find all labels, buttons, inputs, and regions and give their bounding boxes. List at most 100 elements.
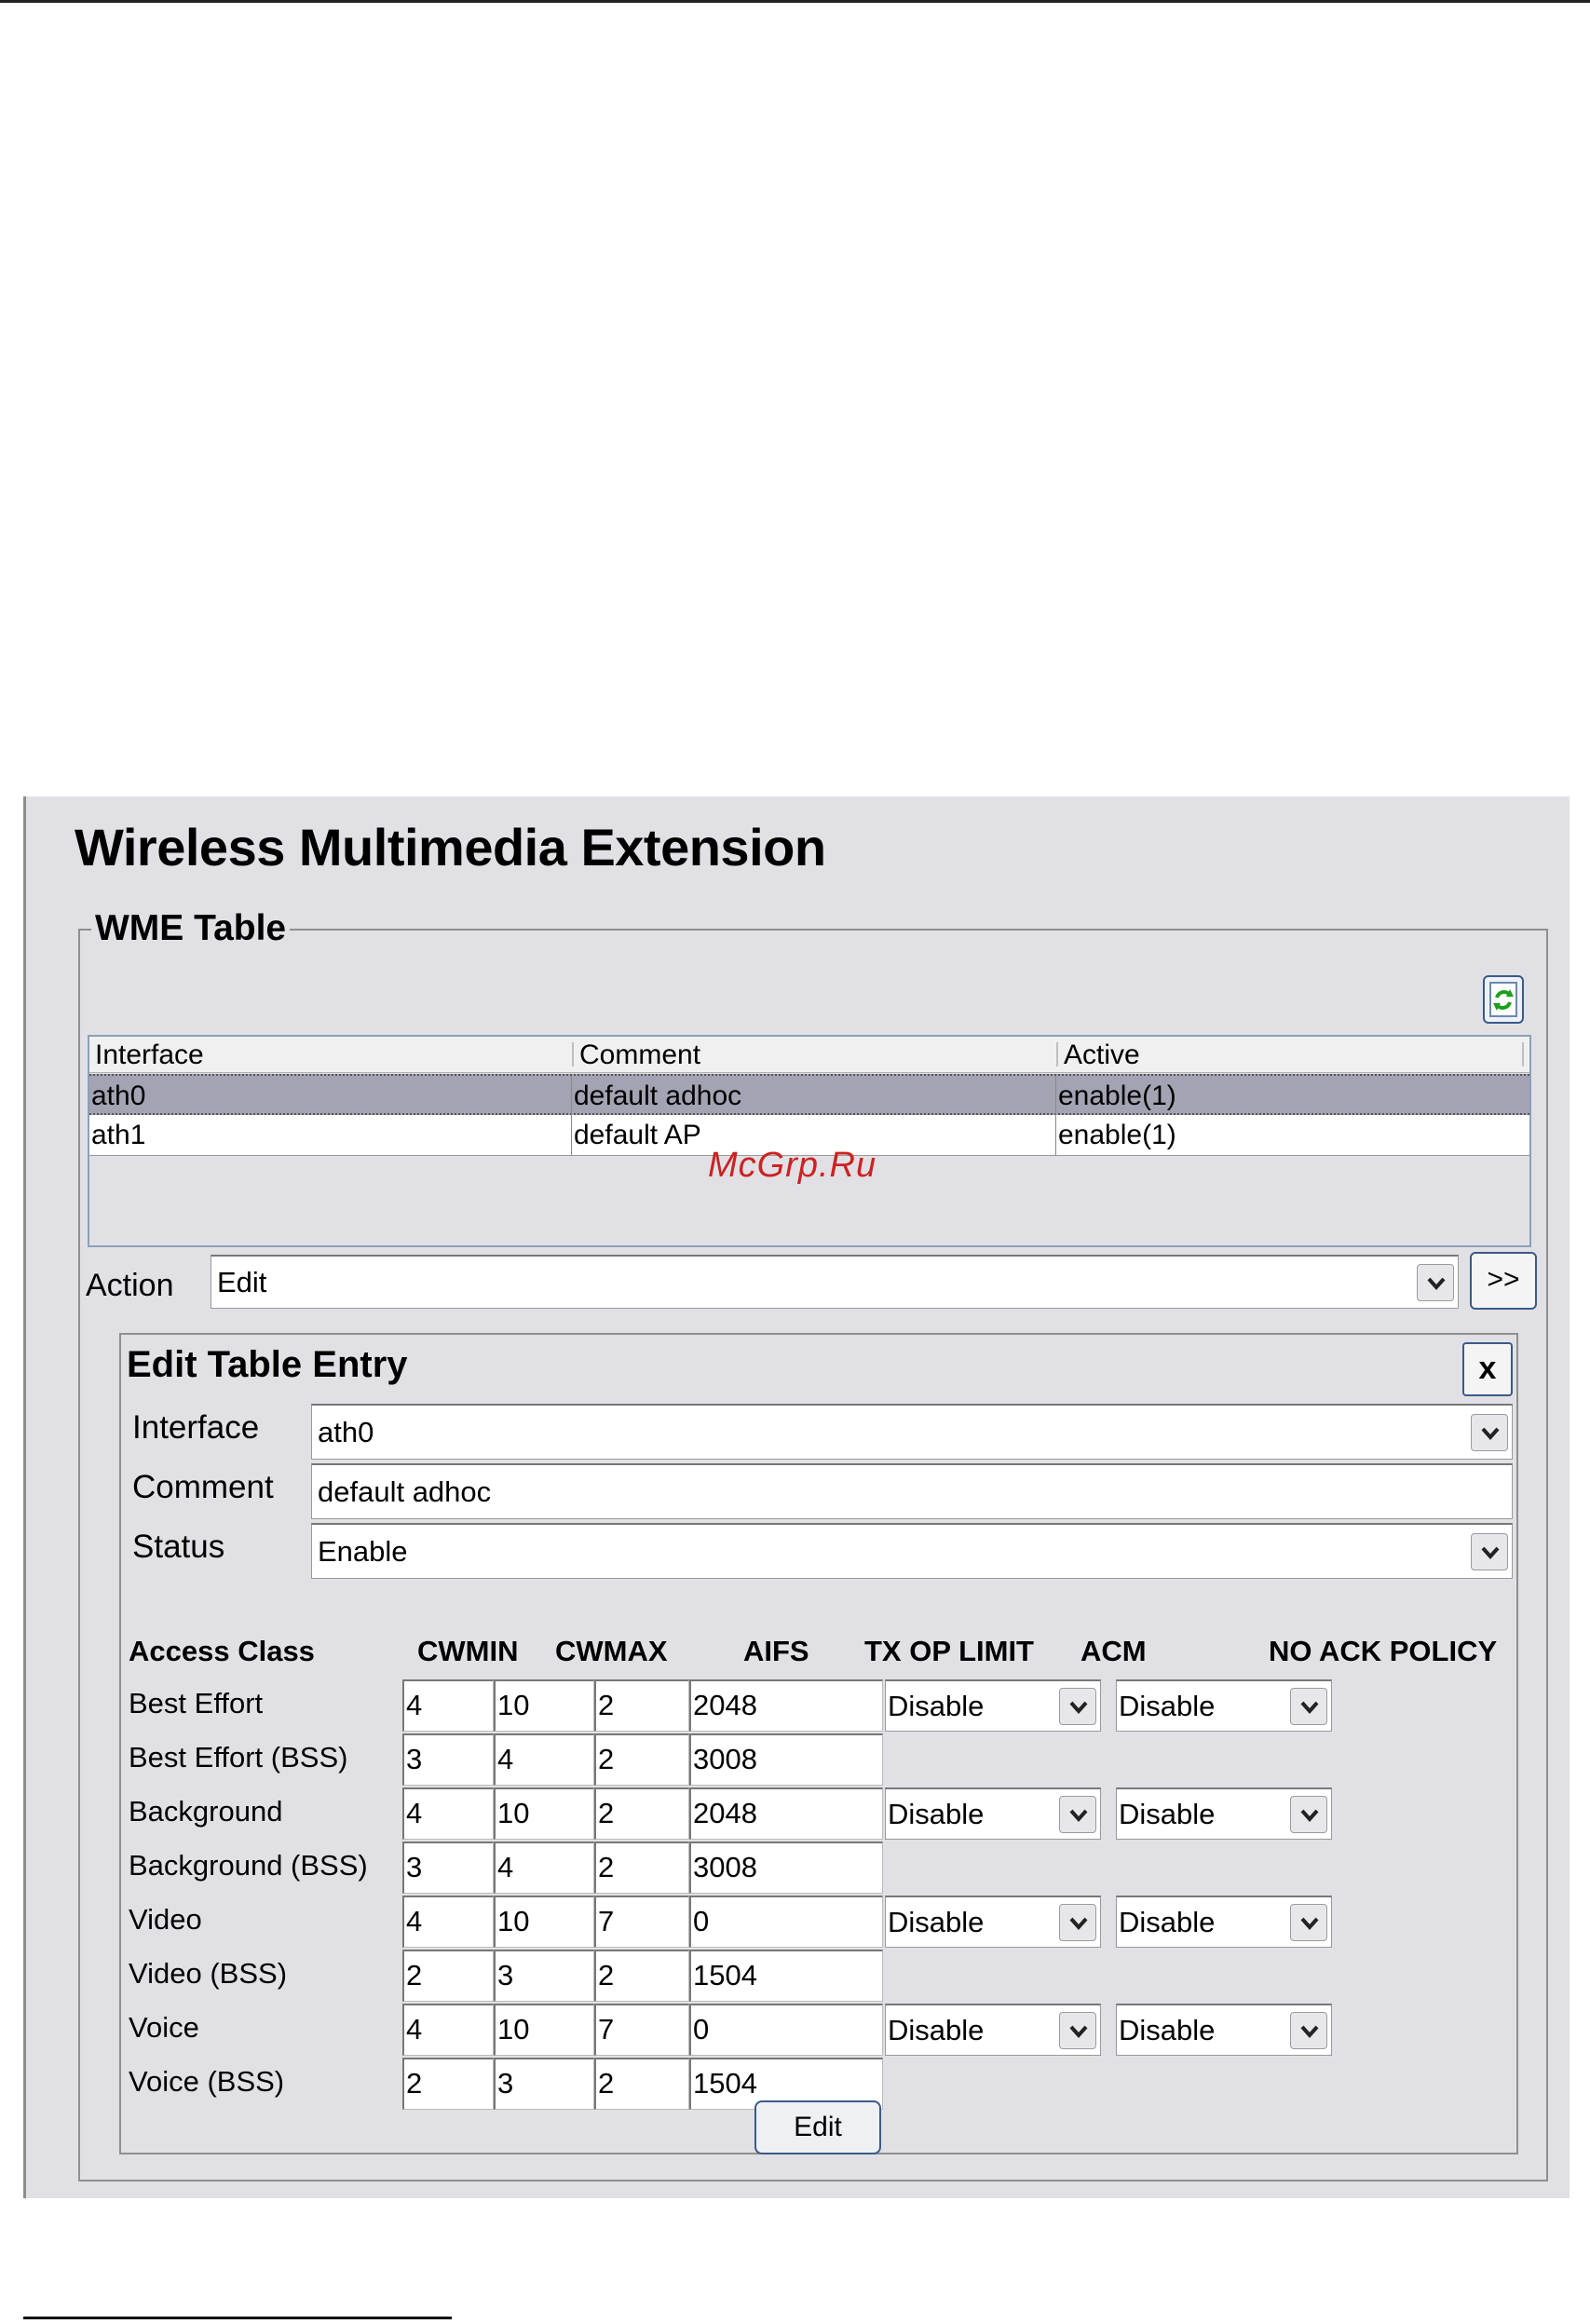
cwmin-input[interactable]: 4 <box>402 2004 494 2056</box>
cwmax-input[interactable]: 10 <box>494 1679 594 1732</box>
access-class-label: Background <box>129 1795 283 1828</box>
refresh-button[interactable] <box>1483 975 1524 1024</box>
chevron-down-icon[interactable] <box>1059 1687 1096 1725</box>
close-button[interactable]: x <box>1462 1342 1513 1396</box>
access-class-label: Background (BSS) <box>129 1849 368 1882</box>
acm-select[interactable]: Disable <box>885 1679 1101 1732</box>
action-go-button[interactable]: >> <box>1470 1252 1537 1310</box>
table-header: Interface Comment Active <box>89 1037 1529 1073</box>
aifs-input[interactable]: 2 <box>594 1733 689 1786</box>
page-title: Wireless Multimedia Extension <box>75 818 826 877</box>
cwmin-input[interactable]: 4 <box>402 1787 494 1840</box>
cell-comment: default adhoc <box>572 1076 1056 1117</box>
aifs-input[interactable]: 2 <box>594 2058 689 2110</box>
cwmin-input[interactable]: 4 <box>402 1896 494 1948</box>
aifs-input[interactable]: 2 <box>594 1842 689 1894</box>
cwmin-input[interactable]: 2 <box>402 2058 494 2110</box>
no-ack-policy-select[interactable]: Disable <box>1116 1896 1332 1948</box>
wme-table-legend: WME Table <box>91 908 291 949</box>
header-access-class: Access Class <box>129 1635 315 1667</box>
comment-label: Comment <box>132 1469 274 1505</box>
no-ack-policy-select[interactable]: Disable <box>1116 1679 1332 1732</box>
chevron-down-icon[interactable] <box>1471 1413 1508 1451</box>
chevron-down-icon[interactable] <box>1417 1263 1454 1301</box>
edit-table-entry-box: Edit Table Entry x Interface ath0 Commen… <box>119 1333 1518 2154</box>
aifs-input[interactable]: 2 <box>594 1950 689 2002</box>
action-select-value: Edit <box>217 1266 267 1298</box>
edit-entry-title: Edit Table Entry <box>127 1344 408 1385</box>
access-class-label: Voice (BSS) <box>129 2065 285 2098</box>
column-separator <box>1522 1042 1524 1067</box>
wme-panel: Wireless Multimedia Extension WME Table … <box>23 796 1570 2198</box>
header-cwmin: CWMIN <box>417 1635 519 1667</box>
edit-submit-button[interactable]: Edit <box>754 2100 881 2154</box>
chevron-down-icon[interactable] <box>1290 2011 1327 2049</box>
acm-select-value: Disable <box>888 1798 985 1830</box>
cell-active: enable(1) <box>1058 1120 1176 1150</box>
cwmin-input[interactable]: 2 <box>402 1950 494 2002</box>
acm-select[interactable]: Disable <box>885 1896 1101 1948</box>
acm-select[interactable]: Disable <box>885 2004 1101 2056</box>
refresh-icon <box>1489 982 1517 1017</box>
cwmax-input[interactable]: 10 <box>494 1896 594 1948</box>
status-select-value: Enable <box>318 1535 408 1568</box>
no-ack-policy-select-value: Disable <box>1119 1690 1216 1722</box>
cwmax-input[interactable]: 4 <box>494 1733 594 1786</box>
txop-limit-input[interactable]: 2048 <box>689 1679 883 1732</box>
access-class-label: Best Effort (BSS) <box>129 1741 348 1774</box>
aifs-input[interactable]: 7 <box>594 1896 689 1948</box>
chevron-down-icon[interactable] <box>1059 2011 1096 2049</box>
interface-select-value: ath0 <box>318 1416 374 1448</box>
chevron-down-icon[interactable] <box>1290 1903 1327 1941</box>
acm-select[interactable]: Disable <box>885 1787 1101 1840</box>
aifs-input[interactable]: 2 <box>594 1679 689 1732</box>
wme-table-group: WME Table Interface Comment Active ath0 <box>78 908 1548 2181</box>
cwmax-input[interactable]: 10 <box>494 1787 594 1840</box>
action-select[interactable]: Edit <box>211 1255 1459 1309</box>
chevron-down-icon[interactable] <box>1059 1903 1096 1941</box>
comment-input[interactable]: default adhoc <box>311 1463 1513 1519</box>
acm-select-value: Disable <box>888 1906 985 1938</box>
top-divider <box>0 0 1590 3</box>
acm-select-value: Disable <box>888 1690 985 1722</box>
cwmin-input[interactable]: 3 <box>402 1842 494 1894</box>
interface-select[interactable]: ath0 <box>311 1404 1513 1460</box>
access-class-label: Video <box>129 1903 202 1936</box>
header-aifs: AIFS <box>743 1635 809 1667</box>
cwmin-input[interactable]: 3 <box>402 1733 494 1786</box>
cwmax-input[interactable]: 3 <box>494 2058 594 2110</box>
txop-limit-input[interactable]: 1504 <box>689 1950 883 2002</box>
chevron-down-icon[interactable] <box>1471 1532 1508 1570</box>
chevron-down-icon[interactable] <box>1059 1795 1096 1833</box>
interface-label: Interface <box>132 1409 260 1446</box>
chevron-down-icon[interactable] <box>1290 1795 1327 1833</box>
watermark: McGrp.Ru <box>708 1146 877 1185</box>
cwmax-input[interactable]: 10 <box>494 2004 594 2056</box>
status-select[interactable]: Enable <box>311 1523 1513 1579</box>
footnote-divider <box>23 2317 452 2319</box>
no-ack-policy-select[interactable]: Disable <box>1116 2004 1332 2056</box>
no-ack-policy-select-value: Disable <box>1119 1906 1216 1938</box>
table-row[interactable]: ath0 default adhoc enable(1) <box>89 1074 1529 1117</box>
cwmax-input[interactable]: 3 <box>494 1950 594 2002</box>
cell-interface: ath1 <box>89 1115 572 1156</box>
txop-limit-input[interactable]: 2048 <box>689 1787 883 1840</box>
cell-interface: ath0 <box>89 1076 572 1117</box>
aifs-input[interactable]: 2 <box>594 1787 689 1840</box>
txop-limit-input[interactable]: 3008 <box>689 1842 883 1894</box>
chevron-down-icon[interactable] <box>1290 1687 1327 1725</box>
column-header-comment[interactable]: Comment <box>574 1037 1056 1072</box>
access-class-label: Video (BSS) <box>129 1957 288 1990</box>
header-cwmax: CWMAX <box>555 1635 668 1667</box>
no-ack-policy-select-value: Disable <box>1119 1798 1216 1830</box>
column-header-active[interactable]: Active <box>1058 1037 1524 1072</box>
aifs-input[interactable]: 7 <box>594 2004 689 2056</box>
column-header-interface[interactable]: Interface <box>89 1037 572 1072</box>
txop-limit-input[interactable]: 0 <box>689 2004 883 2056</box>
txop-limit-input[interactable]: 3008 <box>689 1733 883 1786</box>
cwmax-input[interactable]: 4 <box>494 1842 594 1894</box>
status-label: Status <box>132 1529 225 1565</box>
txop-limit-input[interactable]: 0 <box>689 1896 883 1948</box>
cwmin-input[interactable]: 4 <box>402 1679 494 1732</box>
no-ack-policy-select[interactable]: Disable <box>1116 1787 1332 1840</box>
